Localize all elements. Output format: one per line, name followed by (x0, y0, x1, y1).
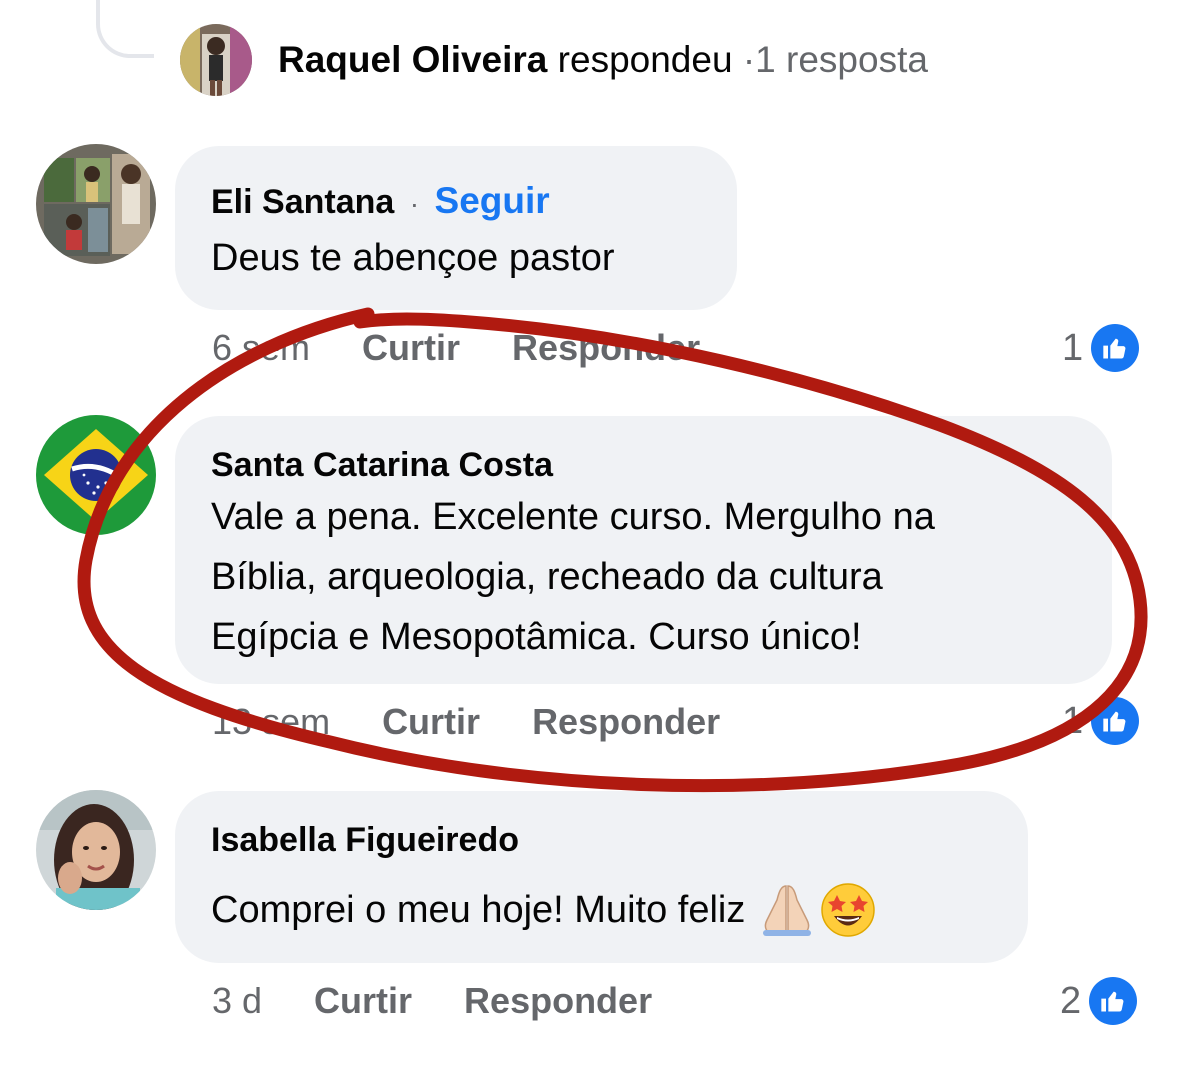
reply-count[interactable]: 1 resposta (755, 39, 928, 80)
author-name[interactable]: Santa Catarina Costa (211, 446, 553, 484)
author-name[interactable]: Isabella Figueiredo (211, 821, 519, 859)
reply-button[interactable]: Responder (512, 327, 700, 369)
reaction-count[interactable]: 2 (1060, 976, 1138, 1026)
reply-button[interactable]: Responder (532, 701, 720, 743)
comment-text-line: Bíblia, arqueologia, recheado da cultura (211, 556, 883, 598)
comment-bubble-eli-santana: Eli Santana · Seguir Deus te abençoe pas… (175, 146, 737, 310)
reaction-count[interactable]: 1 (1062, 696, 1140, 746)
reaction-count-value: 1 (1062, 699, 1084, 742)
comment-actions: 6 sem Curtir Responder (212, 323, 700, 373)
reply-button[interactable]: Responder (464, 980, 652, 1022)
follow-button[interactable]: Seguir (435, 180, 550, 221)
reaction-count[interactable]: 1 (1062, 323, 1140, 373)
reply-author-name[interactable]: Raquel Oliveira (278, 39, 547, 80)
comment-bubble-isabella-figueiredo: Isabella Figueiredo Comprei o meu hoje! … (175, 791, 1028, 963)
follow-separator: · (409, 188, 420, 219)
reply-summary[interactable]: Raquel Oliveira respondeu ·1 resposta (180, 24, 928, 96)
comment-author: Isabella Figueiredo (211, 821, 992, 860)
thread-connector-line (96, 0, 154, 58)
comment-time[interactable]: 13 sem (212, 701, 330, 743)
avatar-raquel-oliveira[interactable] (180, 24, 252, 96)
comment-text-content: Comprei o meu hoje! Muito feliz (211, 889, 746, 931)
comment-actions: 3 d Curtir Responder (212, 976, 652, 1026)
comment-author: Santa Catarina Costa (211, 446, 1076, 485)
reply-separator: · (742, 39, 756, 80)
author-name[interactable]: Eli Santana (211, 183, 394, 221)
thumbs-up-icon (1091, 697, 1140, 745)
comment-text-line: Egípcia e Mesopotâmica. Curso único! (211, 616, 862, 658)
avatar-eli-santana[interactable] (36, 144, 156, 264)
star-struck-emoji-icon (819, 881, 877, 939)
comment-time[interactable]: 6 sem (212, 327, 310, 369)
comment-text-line: Vale a pena. Excelente curso. Mergulho n… (211, 496, 935, 538)
comment-bubble-santa-catarina-costa: Santa Catarina Costa Vale a pena. Excele… (175, 416, 1112, 684)
thumbs-up-icon (1091, 324, 1140, 372)
comment-author: Eli Santana · Seguir (211, 180, 701, 222)
comment-text: Comprei o meu hoje! Muito feliz (211, 880, 992, 940)
comment-text: Deus te abençoe pastor (211, 237, 615, 279)
like-button[interactable]: Curtir (314, 980, 412, 1022)
comment-time[interactable]: 3 d (212, 980, 262, 1022)
reply-summary-text[interactable]: Raquel Oliveira respondeu ·1 resposta (278, 39, 928, 81)
reply-verb: respondeu (557, 39, 733, 80)
avatar-isabella-figueiredo[interactable] (36, 790, 156, 910)
comment-text: Vale a pena. Excelente curso. Mergulho n… (211, 487, 1076, 667)
thumbs-up-icon (1089, 977, 1138, 1025)
like-button[interactable]: Curtir (382, 701, 480, 743)
reaction-count-value: 2 (1060, 979, 1082, 1022)
reaction-count-value: 1 (1062, 326, 1084, 369)
folded-hands-emoji-icon (757, 882, 817, 938)
like-button[interactable]: Curtir (362, 327, 460, 369)
comment-actions: 13 sem Curtir Responder (212, 697, 720, 747)
avatar-santa-catarina-costa[interactable] (36, 415, 156, 535)
